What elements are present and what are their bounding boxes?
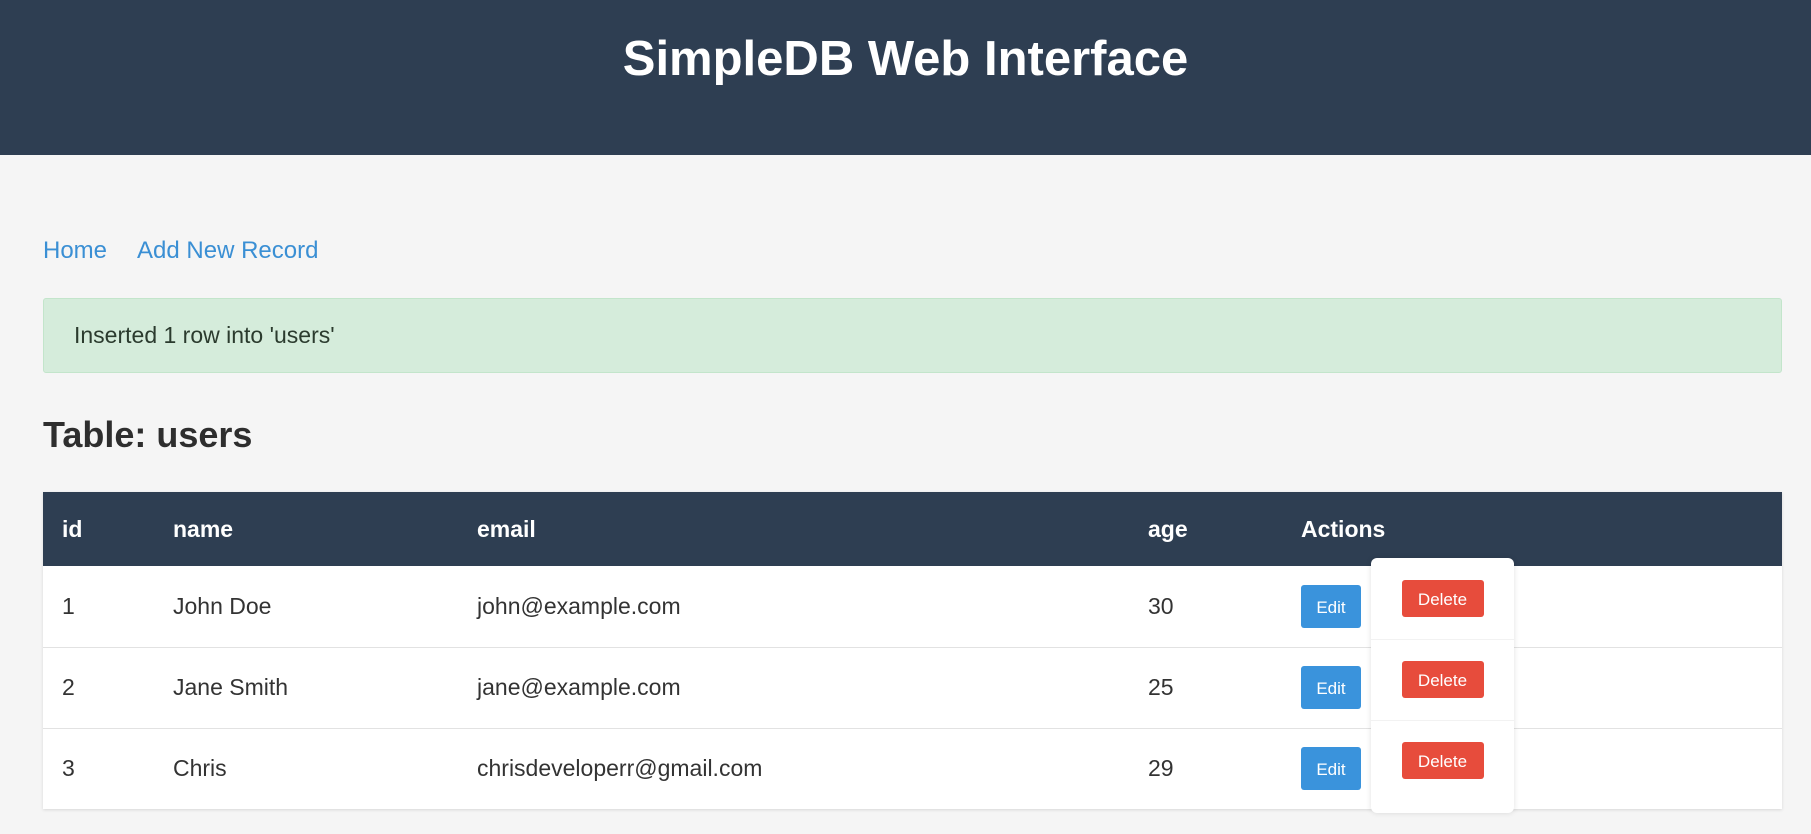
cell-name: Jane Smith (154, 647, 458, 729)
column-header-age: age (1129, 492, 1282, 566)
home-link[interactable]: Home (43, 236, 107, 266)
delete-button[interactable]: Delete (1401, 742, 1484, 779)
table-row: 3 Chris chrisdeveloperr@gmail.com 29 Edi… (43, 728, 1782, 809)
cell-actions: Edit (1282, 566, 1782, 648)
cell-actions: Edit (1282, 728, 1782, 809)
cell-name: John Doe (154, 566, 458, 648)
cell-age: 30 (1129, 566, 1282, 648)
nav-bar: Home Add New Record (43, 236, 318, 266)
delete-row: Delete (1371, 558, 1514, 639)
table-title: Table: users (43, 414, 253, 455)
edit-button[interactable]: Edit (1301, 747, 1361, 791)
cell-age: 29 (1129, 728, 1282, 809)
cell-id: 1 (43, 566, 154, 648)
column-header-id: id (43, 492, 154, 566)
cell-email: chrisdeveloperr@gmail.com (458, 728, 1129, 809)
app-title: SimpleDB Web Interface (622, 32, 1189, 86)
delete-row: Delete (1371, 639, 1514, 720)
table-row: 1 John Doe john@example.com 30 Edit (43, 566, 1782, 648)
cell-age: 25 (1129, 647, 1282, 729)
delete-button[interactable]: Delete (1401, 661, 1484, 698)
delete-row: Delete (1371, 720, 1514, 801)
edit-button[interactable]: Edit (1301, 666, 1361, 709)
cell-email: john@example.com (458, 566, 1129, 648)
alert-message: Inserted 1 row into 'users' (74, 322, 335, 348)
edit-button[interactable]: Edit (1301, 584, 1361, 628)
delete-buttons-layer: Delete Delete Delete (1371, 558, 1514, 801)
column-header-email: email (458, 492, 1129, 566)
column-header-name: name (154, 492, 458, 566)
cell-id: 3 (43, 728, 154, 809)
app-header: SimpleDB Web Interface (0, 0, 1811, 155)
success-alert: Inserted 1 row into 'users' (43, 298, 1782, 373)
table-header-row: id name email age Actions (43, 492, 1782, 566)
cell-id: 2 (43, 647, 154, 729)
table-row: 2 Jane Smith jane@example.com 25 Edit (43, 647, 1782, 729)
add-new-record-link[interactable]: Add New Record (137, 236, 318, 266)
delete-button[interactable]: Delete (1401, 580, 1484, 617)
cell-email: jane@example.com (458, 647, 1129, 729)
records-table: id name email age Actions 1 John Doe joh… (43, 492, 1782, 809)
cell-name: Chris (154, 728, 458, 809)
column-header-actions: Actions (1282, 492, 1782, 566)
cell-actions: Edit (1282, 647, 1782, 729)
